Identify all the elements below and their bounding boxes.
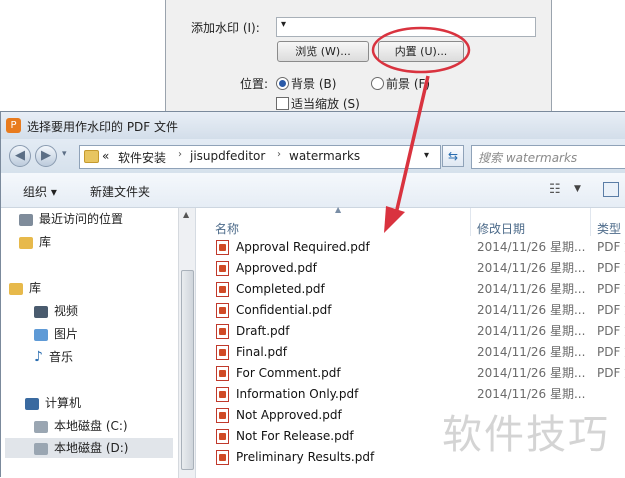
annotation-arrow	[393, 75, 430, 219]
arrow-head-icon	[384, 206, 405, 233]
highlight-ellipse	[371, 26, 471, 74]
site-watermark: 软件技巧	[442, 412, 610, 458]
